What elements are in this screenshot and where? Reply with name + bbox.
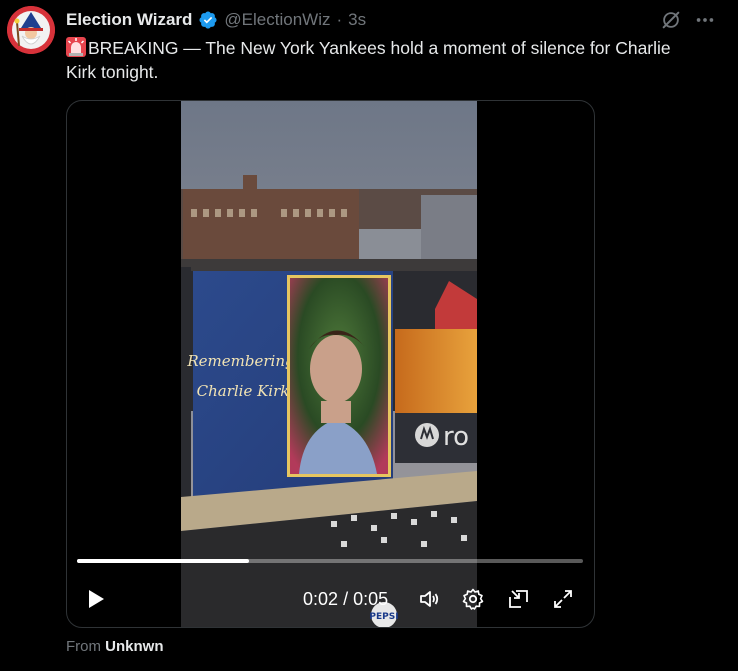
tweet-text: BREAKING — The New York Yankees hold a m… (66, 36, 696, 84)
settings-button[interactable] (459, 585, 487, 613)
video-timecode: 0:02 / 0:05 (303, 589, 388, 610)
tweet-body: BREAKING — The New York Yankees hold a m… (66, 38, 671, 82)
time-separator: / (343, 589, 349, 609)
dock-video-icon (509, 590, 528, 608)
play-icon (89, 590, 104, 608)
fullscreen-icon (554, 590, 572, 608)
separator-dot: · (336, 10, 343, 29)
progress-bar-fill (77, 559, 250, 563)
play-button[interactable] (81, 585, 109, 613)
video-source: From Unknwn (66, 638, 164, 655)
tweet-header: Election Wizard @ElectionWiz · 3s (66, 8, 366, 32)
video-player[interactable]: Remembering Charlie Kirk ro PEPSI 0:02 /… (66, 100, 595, 628)
scoreboard-name-text: Charlie Kirk (197, 382, 290, 400)
display-name[interactable]: Election Wizard (66, 10, 192, 30)
timestamp[interactable]: 3s (348, 10, 366, 30)
verified-badge-icon[interactable] (198, 10, 218, 30)
source-account-link[interactable]: Unknwn (105, 638, 163, 655)
avatar[interactable] (7, 6, 55, 54)
police-light-emoji-icon (66, 37, 86, 57)
more-options-icon[interactable] (694, 9, 716, 31)
volume-button[interactable] (415, 585, 443, 613)
video-still-image: Remembering Charlie Kirk ro PEPSI (181, 101, 477, 627)
source-prefix: From (66, 638, 101, 655)
wizard-avatar-image (7, 6, 55, 54)
stand-ad-text: PEPSI (369, 612, 398, 622)
volume-icon (420, 591, 439, 607)
scoreboard-remembering-text: Remembering (186, 352, 294, 370)
dock-video-button[interactable] (505, 585, 533, 613)
settings-gear-icon (462, 588, 484, 610)
stadium-sign-text: ro (443, 422, 469, 452)
video-frame[interactable]: Remembering Charlie Kirk ro PEPSI (181, 101, 477, 627)
grok-icon[interactable] (660, 9, 682, 31)
progress-bar[interactable] (77, 559, 583, 563)
fullscreen-button[interactable] (549, 585, 577, 613)
current-time: 0:02 (303, 589, 339, 609)
duration: 0:05 (353, 589, 389, 609)
user-handle[interactable]: @ElectionWiz (224, 10, 330, 30)
